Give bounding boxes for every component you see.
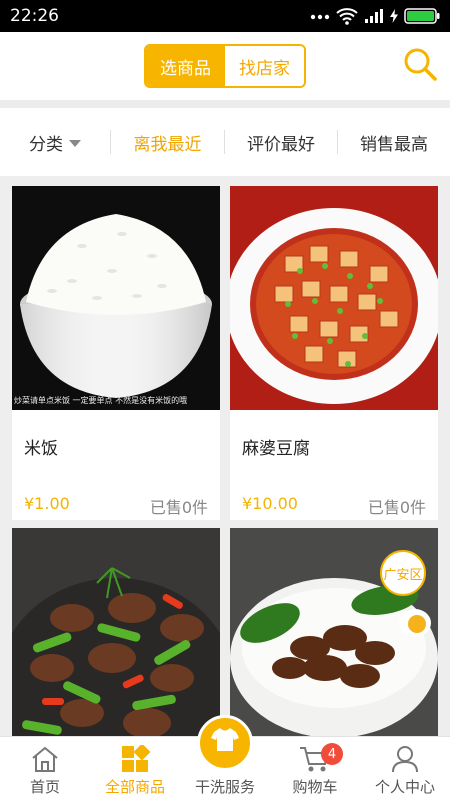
status-time: 22:26 [10, 6, 59, 26]
select-goods-tab[interactable]: 选商品 [146, 46, 225, 86]
tab-home[interactable]: 首页 [0, 737, 90, 800]
cart-count-badge: 4 [321, 743, 343, 765]
mode-switch: 选商品 找店家 [144, 44, 306, 88]
filter-bar: 分类 离我最近 评价最好 销售最高 [0, 108, 450, 176]
image-caption: 炒菜请单点米饭 一定要单点 不然是没有米饭的哦 [14, 396, 188, 405]
shirt-icon [211, 728, 239, 751]
tab-dry-clean[interactable]: 干洗服务 [180, 715, 270, 800]
product-sold-count: 已售0件 [149, 498, 208, 517]
find-store-tab[interactable]: 找店家 [225, 46, 304, 86]
product-card[interactable]: 麻婆豆腐 ¥10.00 已售0件 [230, 186, 438, 520]
tab-home-label: 首页 [29, 778, 60, 796]
tab-all-goods-label: 全部商品 [104, 778, 165, 796]
product-sold-count: 已售0件 [367, 498, 426, 517]
tab-profile[interactable]: 个人中心 [360, 737, 450, 800]
product-price: ¥10.00 [242, 494, 298, 513]
tab-cart-label: 购物车 [292, 778, 338, 796]
header-divider [0, 100, 450, 108]
wifi-icon [336, 8, 358, 25]
status-icons [310, 7, 440, 25]
top-header: 选商品 找店家 [0, 32, 450, 100]
grid-icon [122, 745, 150, 772]
product-image-mapo-tofu [230, 186, 438, 410]
charging-icon [390, 9, 398, 23]
product-card[interactable]: 广安区 [230, 528, 438, 736]
dry-clean-button[interactable] [197, 715, 253, 771]
user-icon [392, 746, 418, 773]
product-grid: 炒菜请单点米饭 一定要单点 不然是没有米饭的哦 米饭 ¥1.00 已售0件 麻婆… [0, 176, 450, 736]
battery-icon [404, 8, 440, 24]
filter-category[interactable]: 分类 [0, 108, 110, 176]
filter-category-label: 分类 [29, 134, 63, 155]
filter-best-rated[interactable]: 评价最好 [225, 108, 337, 176]
home-icon [32, 746, 58, 772]
product-image-rice: 炒菜请单点米饭 一定要单点 不然是没有米饭的哦 [12, 186, 220, 410]
product-image-braised-pork: 广安区 [230, 528, 438, 736]
status-bar: 22:26 [0, 0, 450, 32]
product-name: 麻婆豆腐 [242, 439, 310, 459]
tab-cart[interactable]: 4 购物车 [270, 737, 360, 800]
product-price: ¥1.00 [24, 494, 70, 513]
area-badge: 广安区 [380, 550, 426, 596]
more-dots-icon [310, 14, 330, 20]
signal-icon [365, 9, 383, 23]
tab-all-goods[interactable]: 全部商品 [90, 737, 180, 800]
filter-best-selling[interactable]: 销售最高 [338, 108, 450, 176]
product-name: 米饭 [24, 439, 58, 459]
filter-nearest[interactable]: 离我最近 [111, 108, 224, 176]
product-card[interactable]: 炒菜请单点米饭 一定要单点 不然是没有米饭的哦 米饭 ¥1.00 已售0件 [12, 186, 220, 520]
search-icon[interactable] [402, 46, 438, 82]
tab-profile-label: 个人中心 [374, 778, 435, 796]
dropdown-caret-icon [69, 139, 81, 147]
product-card[interactable] [12, 528, 220, 736]
product-image-pepper-beef [12, 528, 220, 736]
tab-dry-clean-label: 干洗服务 [194, 778, 255, 796]
bottom-tab-bar: 首页 全部商品 干洗服务 4 购物车 个人中心 [0, 715, 450, 800]
